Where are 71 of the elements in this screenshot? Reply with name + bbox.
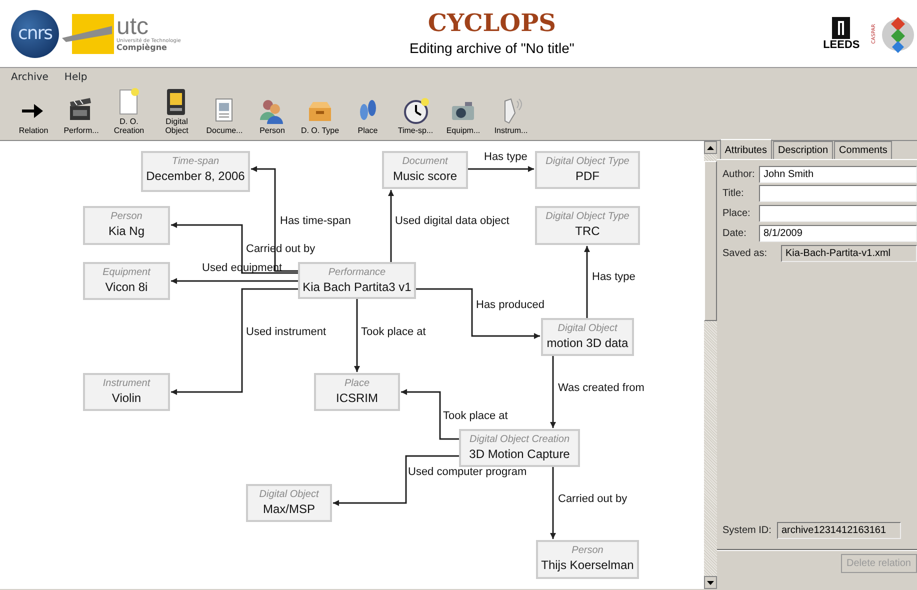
field-label: Date: xyxy=(722,226,748,241)
text-field[interactable]: 8/1/2009 xyxy=(758,224,917,242)
connector-arrow xyxy=(584,246,590,318)
field-label: Title: xyxy=(722,187,745,202)
app-logo: CYCLOPS xyxy=(428,8,556,38)
panel-tab[interactable]: Comments xyxy=(834,141,892,159)
system-id-field: archive1231412163161 xyxy=(776,522,900,538)
diagram-node[interactable]: Equipment Vicon 8i xyxy=(83,262,170,300)
field-label: Author: xyxy=(722,168,756,182)
toolbar-button[interactable]: Instrum... xyxy=(488,94,534,138)
leeds-logo-text: LEEDS xyxy=(823,38,860,50)
relation-label[interactable]: Took place at xyxy=(361,326,426,338)
toolbar-button[interactable]: D. O. Type xyxy=(298,94,342,138)
diagram-node[interactable]: Time-span December 8, 2006 xyxy=(141,151,250,192)
diagram-node[interactable]: Instrument Violin xyxy=(83,373,170,411)
relation-label[interactable]: Took place at xyxy=(443,410,508,422)
field-label: Saved as: xyxy=(722,246,768,260)
diagram-node[interactable]: Digital Object motion 3D data xyxy=(541,318,634,356)
utc-city: Compiègne xyxy=(116,44,168,52)
toolbar-button[interactable]: Equipm... xyxy=(440,94,486,138)
diagram-node[interactable]: Digital Object Max/MSP xyxy=(246,484,332,522)
relation-label[interactable]: Has type xyxy=(484,151,528,163)
toolbar-button[interactable]: Person xyxy=(250,94,295,138)
toolbar-button[interactable]: D. O. Creation xyxy=(106,85,152,138)
down-arrow-icon xyxy=(707,580,714,584)
cnrs-logo: cnrs xyxy=(11,10,59,58)
connector-arrow xyxy=(468,166,534,172)
toolbar-button[interactable]: Digital Object xyxy=(154,85,200,138)
relation-label[interactable]: Was created from xyxy=(558,382,644,394)
utc-logo-text: utc xyxy=(116,15,149,39)
scrollbar-thumb[interactable] xyxy=(704,161,717,321)
saved-as-field: Kia-Bach-Partita-v1.xml xyxy=(780,244,917,262)
relation-label[interactable]: Used instrument xyxy=(246,326,326,338)
scroll-down-button[interactable] xyxy=(704,576,717,589)
text-field[interactable]: John Smith xyxy=(758,166,917,182)
connector-arrow xyxy=(550,356,556,428)
panel-tab[interactable]: Attributes xyxy=(720,139,772,159)
up-arrow-icon xyxy=(707,146,714,150)
relation-label[interactable]: Has produced xyxy=(476,299,544,311)
menu-item[interactable]: Archive xyxy=(11,70,54,85)
relation-label[interactable]: Has time-span xyxy=(280,215,351,227)
archive-title: Editing archive of "No title" xyxy=(410,39,574,58)
relation-label[interactable]: Used computer program xyxy=(408,466,527,478)
diagram-node[interactable]: Digital Object Creation 3D Motion Capture xyxy=(459,429,580,467)
clock-icon xyxy=(402,96,430,126)
text-field[interactable] xyxy=(758,205,917,222)
toolbar-button[interactable]: Relation xyxy=(11,94,56,138)
diagram-node[interactable]: Performance Kia Bach Partita3 v1 xyxy=(298,262,416,299)
toolbar-button[interactable]: Docume... xyxy=(202,94,247,138)
text-field[interactable] xyxy=(758,185,917,202)
relation-label[interactable]: Has type xyxy=(592,271,636,283)
diagram-node[interactable]: Digital Object Type TRC xyxy=(535,206,640,245)
leeds-building-icon xyxy=(832,16,850,38)
diagram-node[interactable]: Person Kia Ng xyxy=(83,206,170,245)
relation-label[interactable]: Carried out by xyxy=(558,493,628,505)
utc-logo-icon xyxy=(62,14,114,54)
toolbar-button[interactable]: Place xyxy=(345,94,390,138)
diagram-node[interactable]: Digital Object Type PDF xyxy=(535,151,640,189)
diagram-node[interactable]: Place ICSRIM xyxy=(314,373,400,411)
diagram-node[interactable]: Document Music score xyxy=(382,151,468,189)
toolbar-button[interactable]: Time-sp... xyxy=(393,94,438,138)
panel-tab[interactable]: Description xyxy=(773,141,834,159)
diagram-node[interactable]: Person Thijs Koerselman xyxy=(536,540,639,579)
toolbar-button[interactable]: Perform... xyxy=(58,94,104,138)
connector-arrow xyxy=(388,190,394,262)
scroll-up-button[interactable] xyxy=(704,141,717,154)
relation-label[interactable]: Used digital data object xyxy=(395,215,510,227)
menu-item[interactable]: Help xyxy=(64,70,94,85)
field-label: System ID: xyxy=(722,524,772,538)
field-label: Place: xyxy=(722,207,752,221)
connector-arrow xyxy=(550,467,556,539)
